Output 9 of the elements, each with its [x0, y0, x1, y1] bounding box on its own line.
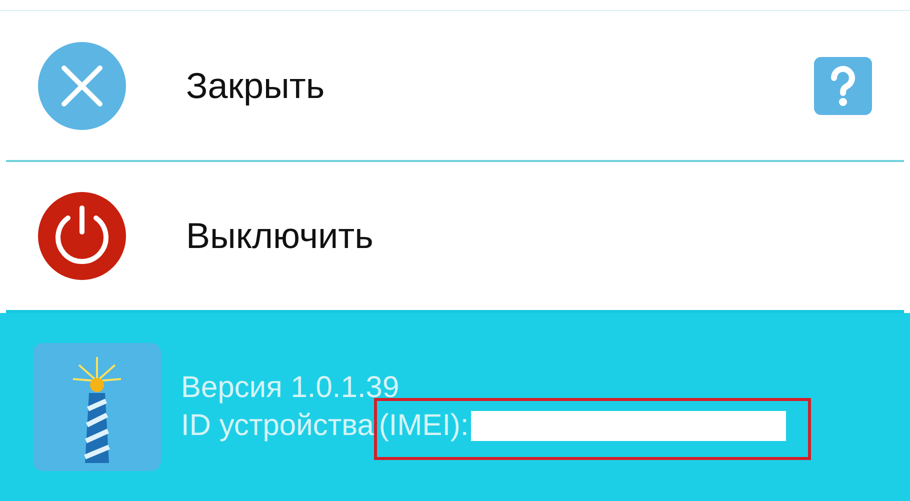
imei-label: (IMEI): — [378, 409, 469, 443]
menu-item[interactable]: Выключить — [186, 215, 872, 257]
lighthouse-icon — [33, 343, 161, 471]
menu-item[interactable]: Закрыть — [186, 64, 754, 106]
close-icon — [38, 42, 126, 130]
device-id-label: ID устройства — [181, 409, 374, 443]
version-text: Версия 1.0.1.39 — [181, 371, 400, 405]
power-icon — [38, 192, 126, 280]
help-icon[interactable] — [814, 56, 872, 114]
